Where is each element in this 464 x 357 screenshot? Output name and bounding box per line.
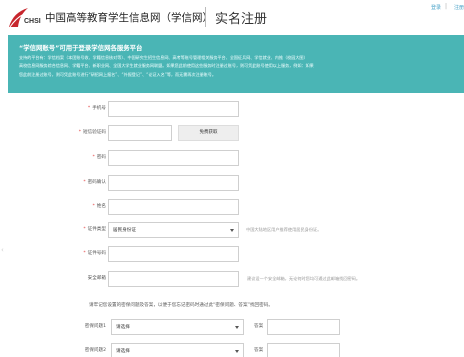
security-question-2-row: 密保问题2 请选择 答案 [0, 343, 464, 357]
answer-2-input[interactable] [267, 343, 340, 357]
name-label: * 姓名 [92, 204, 107, 209]
required-mark: * [92, 155, 95, 160]
id-number-label: * 证件号码 [83, 251, 106, 256]
email-row: 安全邮箱 建议设一个安全邮箱，无论何时您均可通过此邮箱找回密码。 [0, 271, 464, 287]
security-question-1-label: 密保问题1 [84, 324, 106, 329]
page-title: 实名注册 [215, 12, 268, 27]
required-mark: * [92, 204, 95, 209]
header-link-separator: | [445, 3, 448, 10]
login-link[interactable]: 登录 [431, 4, 441, 11]
id-type-value: 居民身份证 [113, 228, 136, 233]
required-mark: * [83, 227, 86, 232]
logo-text-en: CHSI [24, 18, 41, 25]
security-question-2-label: 密保问题2 [84, 348, 106, 353]
sms-code-label: * 短信验证码 [78, 130, 106, 135]
password-confirm-label: * 密码确认 [83, 180, 106, 185]
phone-label: * 手机号 [87, 106, 106, 111]
email-hint: 建议设一个安全邮箱，无论何时您均可通过此邮箱找回密码。 [247, 276, 361, 281]
required-mark: * [78, 130, 82, 135]
security-question-2-value: 请选择 [116, 349, 130, 354]
password-input[interactable] [108, 150, 239, 166]
get-code-button[interactable]: 免费获取 [178, 125, 239, 141]
required-mark: * [83, 251, 86, 256]
security-question-2-select[interactable]: 请选择 [111, 343, 244, 357]
banner-line: 您此前注册过账号，则可凭此账号进行“研招网上报名”、“外报登记”、“论证入名”等… [19, 71, 216, 77]
chevron-down-icon [235, 326, 239, 329]
id-type-hint: 中国大陆地区用户推荐使用居民身份证。 [246, 227, 322, 232]
id-type-select[interactable]: 居民身份证 [108, 222, 239, 238]
banner-title: “学信网账号”可用于登录学信网各服务平台 [19, 44, 143, 52]
id-type-row: * 证件类型 居民身份证 中国大陆地区用户推荐使用居民身份证。 [0, 222, 464, 238]
security-question-1-value: 请选择 [116, 325, 130, 330]
security-question-notice: 请牢记您设置的密保问题及答案，以便于您忘记密码时通过此“密保问题、答案”找回密码… [89, 303, 273, 308]
sms-code-row: * 短信验证码 免费获取 [0, 125, 464, 141]
register-link[interactable]: 注册 [454, 4, 464, 11]
id-type-label: * 证件类型 [83, 227, 106, 232]
banner-body: 支持的平台有：学信档案（本团账号收、学籍信息核对等）、中国研究生招生信息网、高考… [19, 54, 454, 79]
password-label: * 密码 [92, 155, 107, 160]
answer-2-label: 答案 [254, 348, 264, 353]
answer-1-label: 答案 [254, 324, 264, 329]
chevron-down-icon [230, 229, 234, 232]
name-row: * 姓名 [0, 199, 464, 215]
site-header: CHSI 中国高等教育学生信息网（学信网） 实名注册 登录 | 注册 [0, 0, 464, 36]
banner-line: 高校信息网服务综合信息网、学籍平台、新职业网、全国大学生就业服务网联盟。如果您此… [19, 63, 314, 69]
required-mark: * [87, 106, 91, 111]
chevron-down-icon [235, 350, 239, 353]
password-confirm-input[interactable] [108, 175, 239, 191]
required-mark: * [83, 180, 86, 185]
password-row: * 密码 [0, 150, 464, 166]
phone-row: * 手机号 [0, 101, 464, 117]
header-divider [205, 7, 206, 27]
password-confirm-row: * 密码确认 [0, 175, 464, 191]
sms-code-input[interactable] [108, 125, 172, 141]
answer-1-input[interactable] [267, 319, 340, 335]
email-label: 安全邮箱 [87, 276, 106, 281]
email-input[interactable] [108, 271, 239, 287]
security-question-1-select[interactable]: 请选择 [111, 319, 244, 335]
security-question-1-row: 密保问题1 请选择 答案 [0, 319, 464, 335]
logo-text-cn: 中国高等教育学生信息网（学信网） [45, 12, 213, 24]
id-number-input[interactable] [108, 246, 239, 262]
phone-input[interactable] [108, 101, 239, 117]
info-banner: “学信网账号”可用于登录学信网各服务平台 支持的平台有：学信档案（本团账号收、学… [8, 35, 464, 93]
id-number-row: * 证件号码 [0, 246, 464, 262]
banner-line: 支持的平台有：学信档案（本团账号收、学籍信息核对等）、中国研究生招生信息网、高考… [19, 55, 308, 60]
name-input[interactable] [108, 199, 239, 215]
